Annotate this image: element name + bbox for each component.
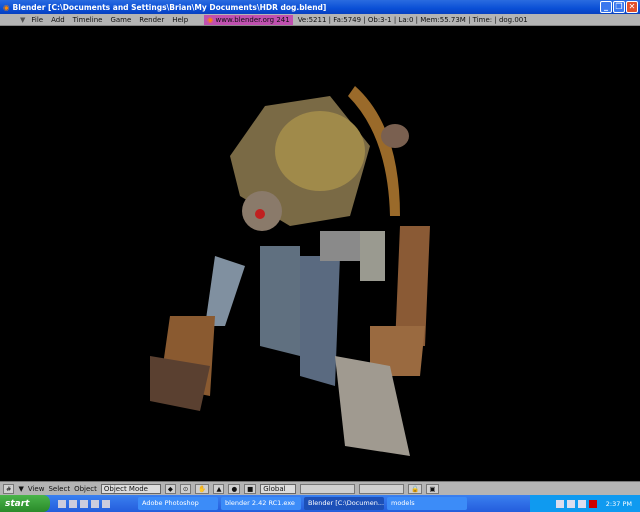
menu-timeline[interactable]: Timeline bbox=[73, 16, 103, 24]
clock: 2:37 PM bbox=[605, 499, 632, 508]
rotate-icon[interactable]: ● bbox=[228, 483, 241, 494]
header-collapse-icon[interactable]: ▼ bbox=[18, 485, 23, 493]
quicklaunch-icon[interactable] bbox=[91, 499, 99, 508]
start-label: start bbox=[5, 498, 30, 509]
translate-icon[interactable]: ▲ bbox=[213, 483, 225, 494]
menu-render[interactable]: Render bbox=[139, 16, 164, 24]
menu-help[interactable]: Help bbox=[172, 16, 188, 24]
editor-type-button[interactable]: # bbox=[3, 483, 15, 494]
task-models-folder[interactable]: models bbox=[387, 497, 467, 510]
title-bar: ◉ Blender [C:\Documents and Settings\Bri… bbox=[0, 0, 640, 14]
start-button[interactable]: start bbox=[0, 495, 50, 512]
maximize-button[interactable]: ❐ bbox=[613, 1, 625, 13]
lock-icon[interactable]: 🔒 bbox=[408, 483, 423, 494]
quicklaunch-icon[interactable] bbox=[69, 499, 77, 508]
viewport-header: # ▼ View Select Object Object Mode ◆ ⊙ ✋… bbox=[0, 481, 640, 495]
scene-stats: Ve:5211 | Fa:5749 | Ob:3-1 | La:0 | Mem:… bbox=[297, 15, 528, 24]
menu-collapse-icon[interactable]: ▼ bbox=[20, 16, 25, 24]
quicklaunch-icon[interactable] bbox=[102, 499, 110, 508]
window-title: Blender [C:\Documents and Settings\Brian… bbox=[12, 2, 327, 12]
menu-object[interactable]: Object bbox=[74, 485, 97, 493]
quicklaunch-icon[interactable] bbox=[58, 499, 66, 508]
menu-game[interactable]: Game bbox=[110, 16, 131, 24]
menu-bar: ▼ File Add Timeline Game Render Help ◉ w… bbox=[0, 14, 640, 26]
blender-logo-icon: ◉ bbox=[3, 2, 10, 12]
minimize-button[interactable]: _ bbox=[600, 1, 612, 13]
taskbar: start Adobe Photoshop blender 2.42 RC1.e… bbox=[0, 495, 640, 512]
tray-icon[interactable] bbox=[566, 499, 575, 508]
blender-logo-icon: ◉ bbox=[207, 15, 216, 24]
tray-icon[interactable] bbox=[555, 499, 564, 508]
task-blender-window[interactable]: Blender [C:\Documen... bbox=[304, 497, 384, 510]
menu-add[interactable]: Add bbox=[51, 16, 65, 24]
close-button[interactable]: ✕ bbox=[626, 1, 638, 13]
system-tray: 2:37 PM bbox=[530, 495, 640, 512]
pivot-button[interactable]: ⊙ bbox=[179, 483, 192, 494]
render-icon[interactable]: ▣ bbox=[426, 483, 439, 494]
layers-row1[interactable] bbox=[300, 483, 356, 494]
widget-toggle-button[interactable]: ✋ bbox=[195, 483, 210, 494]
task-blender-exe[interactable]: blender 2.42 RC1.exe bbox=[221, 497, 301, 510]
quick-launch bbox=[58, 499, 138, 508]
menu-file[interactable]: File bbox=[31, 16, 43, 24]
website-link[interactable]: ◉ www.blender.org 241 bbox=[204, 14, 293, 25]
3d-viewport[interactable] bbox=[0, 26, 640, 481]
layers-row2[interactable] bbox=[359, 483, 405, 494]
menu-view[interactable]: View bbox=[28, 485, 45, 493]
scale-icon[interactable]: ■ bbox=[244, 483, 257, 494]
tray-icon[interactable] bbox=[588, 499, 597, 508]
website-text: www.blender.org 241 bbox=[215, 15, 290, 24]
menu-select[interactable]: Select bbox=[48, 485, 70, 493]
draw-type-button[interactable]: ◆ bbox=[164, 483, 176, 494]
quicklaunch-icon[interactable] bbox=[80, 499, 88, 508]
mode-select[interactable]: Object Mode bbox=[100, 483, 161, 494]
tray-icon[interactable] bbox=[577, 499, 586, 508]
robot-dog-render bbox=[150, 86, 430, 456]
orientation-select[interactable]: Global bbox=[260, 483, 297, 494]
task-photoshop[interactable]: Adobe Photoshop bbox=[138, 497, 218, 510]
